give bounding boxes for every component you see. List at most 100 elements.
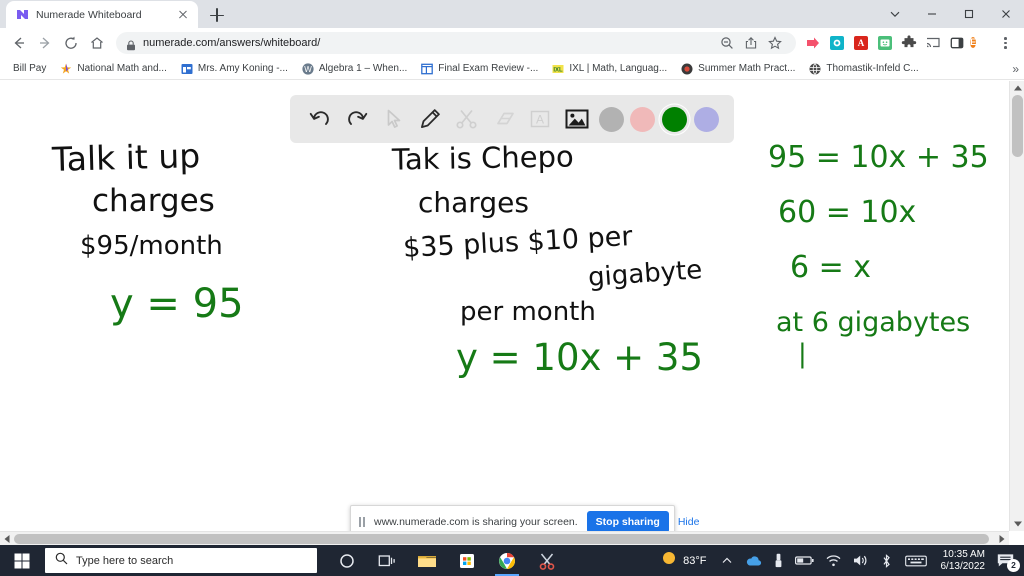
weather-widget[interactable]: 83°F xyxy=(653,550,714,571)
avatar-initial: E xyxy=(970,37,977,48)
bookmark-mrs-amy-koning[interactable]: Mrs. Amy Koning -... xyxy=(174,59,295,79)
share-icon[interactable] xyxy=(740,32,762,54)
svg-text:IXL: IXL xyxy=(554,67,564,73)
bluetooth-icon[interactable] xyxy=(874,545,899,576)
snipping-tool-icon[interactable] xyxy=(527,545,567,576)
ink-col2-line1: Tak is Chepo xyxy=(391,139,574,177)
bookmarks-overflow-icon[interactable]: » xyxy=(1012,63,1019,75)
hide-button[interactable]: Hide xyxy=(678,516,700,528)
usb-icon[interactable] xyxy=(768,545,789,576)
ink-col2-answer: y = 10x + 35 xyxy=(456,336,704,379)
redo-icon[interactable] xyxy=(342,104,372,134)
bookmark-star-icon[interactable] xyxy=(764,32,786,54)
chevron-down-icon[interactable] xyxy=(876,0,913,28)
wifi-icon[interactable] xyxy=(820,545,847,576)
file-explorer-icon[interactable] xyxy=(407,545,447,576)
home-icon[interactable] xyxy=(84,30,110,56)
share-message: www.numerade.com is sharing your screen. xyxy=(374,516,578,528)
vertical-scrollbar[interactable] xyxy=(1009,81,1024,531)
close-icon[interactable] xyxy=(987,0,1024,28)
taskbar-search-input[interactable]: Type here to search xyxy=(45,548,317,573)
google-chrome-icon[interactable] xyxy=(487,545,527,576)
onedrive-icon[interactable] xyxy=(739,545,768,576)
lock-icon xyxy=(126,38,136,50)
temperature-label: 83°F xyxy=(683,554,707,567)
adobe-acrobat-extension-icon[interactable]: A xyxy=(850,32,872,54)
bookmark-summer-math-practice[interactable]: Summer Math Pract... xyxy=(674,59,802,79)
screen: Numerade Whiteboard numerade.com/answers… xyxy=(0,0,1024,576)
teal-circle-extension-icon[interactable] xyxy=(826,32,848,54)
blue-outline-grid-icon xyxy=(421,63,434,75)
bookmark-thomastik-infeld[interactable]: Thomastik-Infeld C... xyxy=(802,59,925,79)
color-swatch-green[interactable] xyxy=(661,106,687,132)
bookmark-algebra-1[interactable]: W Algebra 1 – When... xyxy=(295,59,414,79)
ink-col1-answer: y = 95 xyxy=(110,281,244,327)
color-swatch-purple[interactable] xyxy=(693,106,719,132)
undo-icon[interactable] xyxy=(305,104,335,134)
ink-col2-line4: gigabyte xyxy=(587,255,704,293)
chrome-menu-icon[interactable] xyxy=(994,32,1016,54)
numerade-extension-icon[interactable] xyxy=(802,32,824,54)
extensions-row: A E xyxy=(802,32,1018,54)
start-button[interactable] xyxy=(0,545,44,576)
bookmark-bill-pay[interactable]: Bill Pay xyxy=(6,59,53,79)
minimize-icon[interactable] xyxy=(913,0,950,28)
microsoft-store-icon[interactable] xyxy=(447,545,487,576)
eraser-icon[interactable] xyxy=(489,104,519,134)
color-swatch-gray[interactable] xyxy=(598,106,624,132)
volume-icon[interactable] xyxy=(847,545,874,576)
sun-icon xyxy=(661,550,677,571)
screencastify-extension-icon[interactable] xyxy=(874,32,896,54)
maximize-icon[interactable] xyxy=(950,0,987,28)
scroll-left-arrow[interactable] xyxy=(0,532,14,545)
color-swatch-pink[interactable] xyxy=(630,106,656,132)
bookmark-label: Summer Math Pract... xyxy=(698,63,796,74)
browser-toolbar: numerade.com/answers/whiteboard/ A E xyxy=(0,28,1024,58)
bookmark-ixl[interactable]: IXL IXL | Math, Languag... xyxy=(545,59,674,79)
address-bar[interactable]: numerade.com/answers/whiteboard/ xyxy=(116,32,796,54)
pencil-icon[interactable] xyxy=(415,104,445,134)
cortana-icon[interactable] xyxy=(327,545,367,576)
select-cursor-icon[interactable] xyxy=(379,104,409,134)
search-icon xyxy=(55,552,68,570)
ink-col3-line1: 95 = 10x + 35 xyxy=(768,140,989,175)
scroll-up-arrow[interactable] xyxy=(1010,81,1024,95)
task-view-icon[interactable] xyxy=(367,545,407,576)
notification-badge: 2 xyxy=(1007,559,1020,572)
ink-col1-line1: Talk it up xyxy=(51,136,201,179)
new-tab-button[interactable] xyxy=(204,2,230,28)
back-arrow-icon[interactable] xyxy=(6,30,32,56)
bookmark-national-math[interactable]: National Math and... xyxy=(53,59,174,79)
ink-col3-line4: at 6 gigabytes xyxy=(776,307,971,338)
horizontal-scrollbar[interactable] xyxy=(0,531,1009,545)
cast-icon[interactable] xyxy=(922,32,944,54)
stop-sharing-button[interactable]: Stop sharing xyxy=(586,511,669,533)
taskbar-clock[interactable]: 10:35 AM 6/13/2022 xyxy=(933,549,994,573)
notification-center-button[interactable]: 2 xyxy=(993,545,1024,576)
pause-icon xyxy=(359,517,365,527)
insert-image-icon[interactable] xyxy=(562,104,592,134)
svg-text:A: A xyxy=(858,38,865,48)
bookmark-label: IXL | Math, Languag... xyxy=(569,63,668,74)
tab-numerade-whiteboard[interactable]: Numerade Whiteboard xyxy=(6,1,198,28)
clock-date: 6/13/2022 xyxy=(940,560,986,572)
tab-title: Numerade Whiteboard xyxy=(36,8,142,21)
extensions-puzzle-icon[interactable] xyxy=(898,32,920,54)
horizontal-scroll-thumb[interactable] xyxy=(14,534,989,544)
battery-icon[interactable] xyxy=(789,545,820,576)
bookmark-label: National Math and... xyxy=(77,63,167,74)
scroll-right-arrow[interactable] xyxy=(995,532,1009,545)
tab-close-icon[interactable] xyxy=(176,8,190,22)
show-hidden-icons-button[interactable] xyxy=(715,545,739,576)
side-panel-icon[interactable] xyxy=(946,32,968,54)
profile-avatar[interactable]: E xyxy=(970,32,992,54)
reload-icon[interactable] xyxy=(58,30,84,56)
forward-arrow-icon[interactable] xyxy=(32,30,58,56)
text-box-icon[interactable]: A xyxy=(525,104,555,134)
vertical-scroll-thumb[interactable] xyxy=(1012,95,1023,157)
keyboard-icon[interactable] xyxy=(899,545,933,576)
scroll-down-arrow[interactable] xyxy=(1010,517,1024,531)
zoom-out-icon[interactable] xyxy=(716,32,738,54)
scissors-icon[interactable] xyxy=(452,104,482,134)
bookmark-final-exam-review[interactable]: Final Exam Review -... xyxy=(414,59,545,79)
